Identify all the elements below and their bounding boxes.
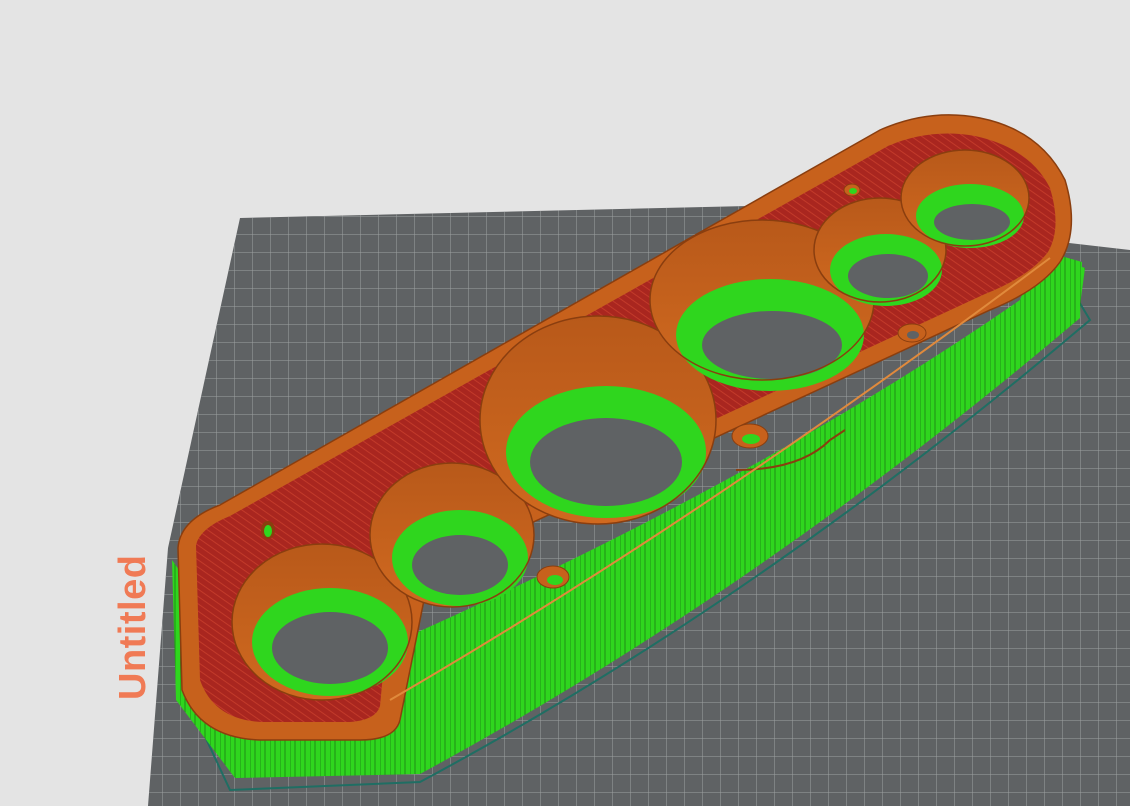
3d-viewport[interactable]	[0, 0, 1130, 806]
screw-hole-1	[536, 565, 570, 589]
side-hole	[261, 521, 275, 539]
bed-name-label: Untitled	[112, 554, 154, 700]
screw-hole-3	[897, 323, 927, 343]
screw-hole-4	[843, 183, 861, 197]
screw-hole-2	[731, 423, 769, 449]
